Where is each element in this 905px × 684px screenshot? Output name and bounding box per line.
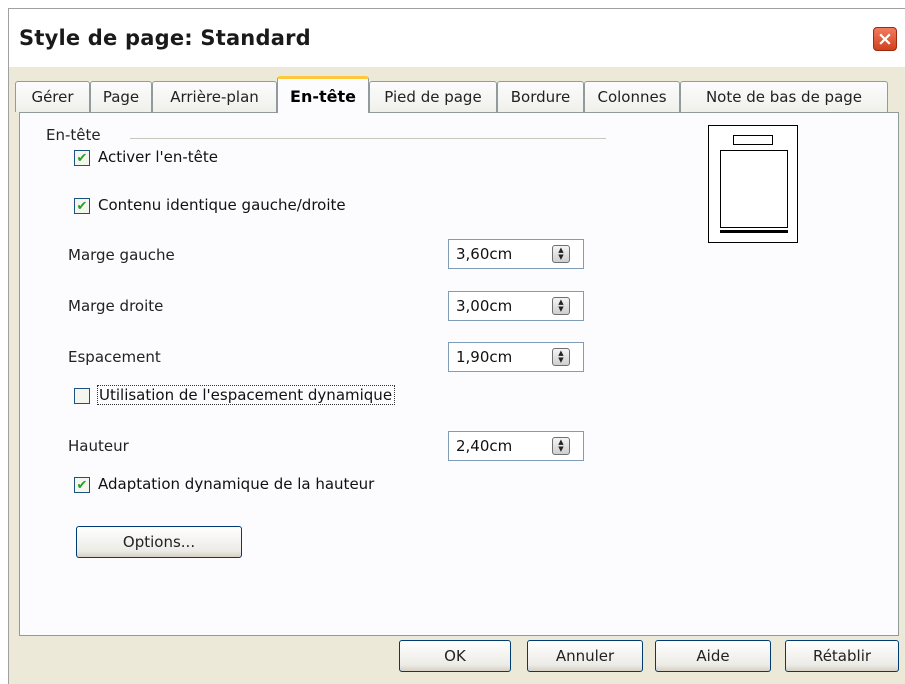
autofit-height-checkbox[interactable]: ✔: [74, 477, 90, 493]
autofit-height-label[interactable]: Adaptation dynamique de la hauteur: [98, 475, 374, 493]
reset-button[interactable]: Rétablir: [785, 640, 899, 672]
options-button-label: Options...: [122, 533, 196, 551]
cancel-button-label: Annuler: [555, 647, 615, 665]
spacing-label: Espacement: [68, 348, 161, 366]
dynamic-spacing-label[interactable]: Utilisation de l'espacement dynamique: [97, 385, 396, 405]
right-margin-label: Marge droite: [68, 297, 164, 315]
spin-arrows-icon[interactable]: ▲ ▼: [552, 297, 570, 315]
spacing-spinbox[interactable]: 1,90cm ▲ ▼: [448, 342, 584, 372]
help-button-label: Aide: [696, 647, 730, 665]
section-title: En-tête: [46, 126, 101, 144]
section-divider: [130, 138, 606, 139]
page-style-dialog: Style de page: Standard × Gérer Page Arr…: [8, 8, 905, 684]
close-button[interactable]: ×: [873, 27, 897, 51]
tab-footer[interactable]: Pied de page: [369, 81, 497, 112]
tab-label: Pied de page: [384, 88, 482, 106]
title-bar[interactable]: Style de page: Standard ×: [9, 9, 905, 67]
preview-page-body: [720, 150, 788, 228]
tab-footnote[interactable]: Note de bas de page: [680, 81, 888, 112]
tab-background[interactable]: Arrière-plan: [152, 81, 277, 112]
tab-label: Arrière-plan: [170, 88, 259, 106]
spin-arrows-icon[interactable]: ▲ ▼: [552, 437, 570, 455]
same-content-checkbox[interactable]: ✔: [74, 198, 90, 214]
tab-label: Note de bas de page: [705, 88, 863, 106]
tab-organizer[interactable]: Gérer: [15, 81, 90, 112]
height-label: Hauteur: [68, 437, 129, 455]
height-spinbox[interactable]: 2,40cm ▲ ▼: [448, 431, 584, 461]
checkmark-icon: ✔: [76, 150, 88, 166]
left-margin-spinbox[interactable]: 3,60cm ▲ ▼: [448, 239, 584, 269]
tab-label: En-tête: [290, 86, 356, 106]
preview-header-block: [733, 135, 773, 145]
tab-label: Gérer: [31, 88, 74, 106]
left-margin-label: Marge gauche: [68, 246, 175, 264]
tab-borders[interactable]: Bordure: [497, 81, 584, 112]
tab-page[interactable]: Page: [90, 81, 152, 112]
cancel-button[interactable]: Annuler: [527, 640, 643, 672]
help-button[interactable]: Aide: [655, 640, 771, 672]
tab-header[interactable]: En-tête: [277, 76, 369, 113]
right-margin-value[interactable]: 3,00cm: [456, 297, 512, 315]
checkmark-icon: ✔: [76, 198, 88, 214]
ok-button[interactable]: OK: [399, 640, 511, 672]
same-content-label[interactable]: Contenu identique gauche/droite: [98, 196, 346, 214]
close-icon: ×: [877, 27, 893, 50]
spacing-value[interactable]: 1,90cm: [456, 348, 512, 366]
dynamic-spacing-checkbox[interactable]: [74, 388, 90, 404]
header-preview: [708, 125, 798, 243]
header-tab-panel: En-tête ✔ Activer l'en-tête ✔ Contenu id…: [19, 112, 899, 636]
preview-footer-bar: [720, 230, 788, 233]
reset-button-label: Rétablir: [812, 647, 872, 665]
left-margin-value[interactable]: 3,60cm: [456, 245, 512, 263]
ok-button-label: OK: [444, 647, 466, 665]
activate-header-checkbox[interactable]: ✔: [74, 150, 90, 166]
height-value[interactable]: 2,40cm: [456, 437, 512, 455]
tab-label: Bordure: [510, 88, 571, 106]
options-button[interactable]: Options...: [76, 526, 242, 558]
activate-header-label[interactable]: Activer l'en-tête: [98, 148, 218, 166]
spin-arrows-icon[interactable]: ▲ ▼: [552, 348, 570, 366]
tab-label: Page: [102, 88, 140, 106]
checkmark-icon: ✔: [76, 477, 88, 493]
dialog-title: Style de page: Standard: [19, 26, 311, 50]
tab-columns[interactable]: Colonnes: [584, 81, 680, 112]
right-margin-spinbox[interactable]: 3,00cm ▲ ▼: [448, 291, 584, 321]
spin-arrows-icon[interactable]: ▲ ▼: [552, 245, 570, 263]
tab-label: Colonnes: [597, 88, 667, 106]
